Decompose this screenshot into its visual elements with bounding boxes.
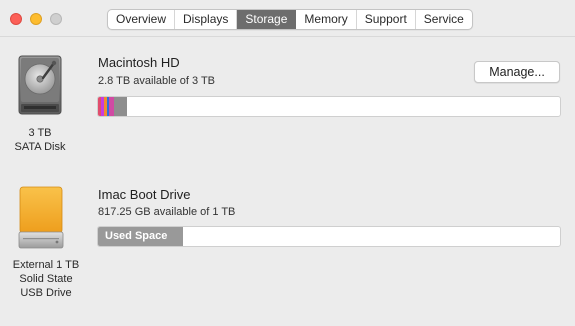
disk-available: 2.8 TB available of 3 TB: [98, 75, 215, 87]
disk-name: Imac Boot Drive: [98, 187, 191, 202]
disk-type-label: SATA Disk: [14, 141, 66, 153]
zoom-window-button[interactable]: [50, 13, 62, 25]
tab-storage[interactable]: Storage: [237, 10, 297, 29]
used-space-segment: Used Space: [98, 227, 183, 246]
external-usb-drive-icon: [18, 186, 64, 249]
disk-caption: External 1 TB Solid State USB Drive: [6, 258, 86, 300]
tab-overview[interactable]: Overview: [108, 10, 176, 29]
disk-available: 817.25 GB available of 1 TB: [98, 206, 236, 218]
disk-type-label: Solid State: [19, 273, 73, 285]
storage-usage-bar: Used Space: [97, 226, 561, 247]
disk-capacity-label: External 1 TB: [12, 259, 80, 271]
tab-support[interactable]: Support: [357, 10, 416, 29]
disk-interface-label: USB Drive: [20, 287, 72, 299]
title-divider: [0, 36, 575, 37]
tab-bar: Overview Displays Storage Memory Support…: [107, 9, 473, 30]
disk-caption: 3 TB SATA Disk: [8, 126, 72, 154]
title-bar: Overview Displays Storage Memory Support…: [0, 0, 575, 36]
close-window-button[interactable]: [10, 13, 22, 25]
tab-service[interactable]: Service: [416, 10, 472, 29]
tab-memory[interactable]: Memory: [296, 10, 357, 29]
manage-button[interactable]: Manage...: [474, 61, 560, 83]
tab-displays[interactable]: Displays: [175, 10, 238, 29]
minimize-window-button[interactable]: [30, 13, 42, 25]
usage-segment: [113, 97, 128, 116]
storage-usage-bar: [97, 96, 561, 117]
disk-name: Macintosh HD: [98, 55, 180, 70]
disk-capacity-label: 3 TB: [28, 127, 52, 139]
internal-hard-disk-icon: [18, 55, 62, 115]
